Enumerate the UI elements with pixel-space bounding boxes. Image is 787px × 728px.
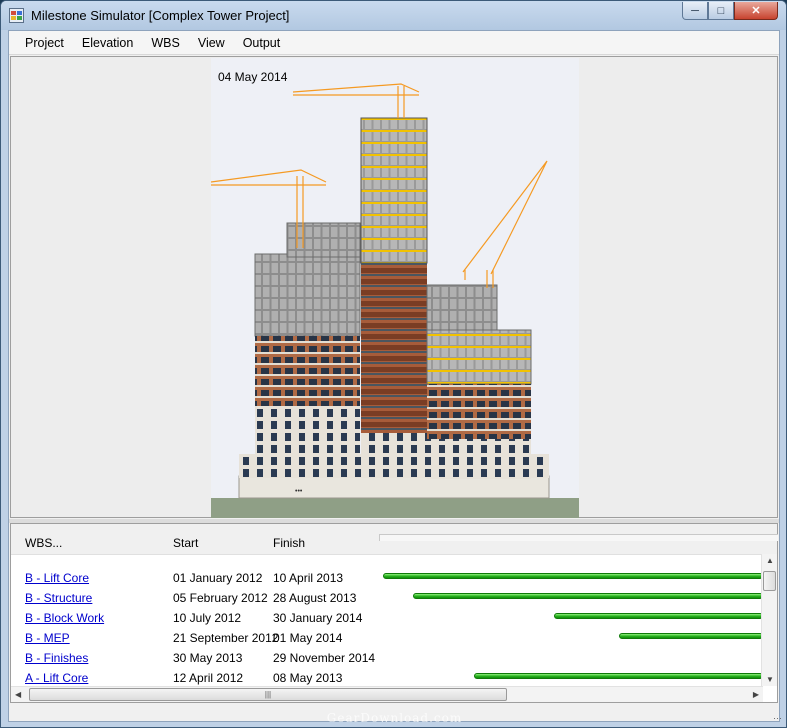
start-date: 05 February 2012 <box>173 591 268 605</box>
table-row[interactable]: B - MEP 21 September 2012 01 May 2014 <box>11 628 763 648</box>
horizontal-scroll-thumb[interactable]: ||| <box>29 688 507 701</box>
menu-bar: Project Elevation WBS View Output <box>9 31 779 55</box>
gantt-bar <box>618 633 763 639</box>
horizontal-scrollbar[interactable]: ◀ ||| ▶ <box>11 686 763 702</box>
wbs-link[interactable]: B - Finishes <box>25 651 88 665</box>
schedule-rows: B - Lift Core 01 January 2012 10 April 201… <box>11 554 763 686</box>
menu-view[interactable]: View <box>189 31 234 55</box>
table-row[interactable]: B - Block Work 10 July 2012 30 January 201… <box>11 608 763 628</box>
vertical-scroll-thumb[interactable] <box>763 571 776 591</box>
scroll-down-icon[interactable]: ▼ <box>766 675 774 684</box>
start-date: 30 May 2013 <box>173 651 243 665</box>
header-wbs[interactable]: WBS... <box>25 536 62 550</box>
finish-date: 10 April 2013 <box>273 571 344 585</box>
gantt-bar <box>413 593 763 599</box>
gantt-bar <box>474 673 763 679</box>
table-row[interactable]: A - Lift Core 12 April 2012 08 May 2013 <box>11 668 763 686</box>
start-date: 12 April 2012 <box>173 671 244 685</box>
table-row[interactable]: B - Lift Core 01 January 2012 10 April 201… <box>11 568 763 588</box>
minimize-icon: ─ <box>691 4 699 17</box>
start-date: 10 July 2012 <box>173 611 242 625</box>
start-date: 21 September 2012 <box>173 631 279 645</box>
watermark: GearDownload.com <box>326 711 463 725</box>
finish-date: 08 May 2013 <box>273 671 343 685</box>
scroll-right-icon[interactable]: ▶ <box>753 690 759 699</box>
wbs-schedule-grid: WBS... Start Finish B - Lift Core 01 Janu… <box>10 523 778 703</box>
scroll-left-icon[interactable]: ◀ <box>15 690 21 699</box>
title-bar[interactable]: Milestone Simulator [Complex Tower Proje… <box>1 1 786 30</box>
finish-date: 29 November 2014 <box>273 651 376 665</box>
close-button[interactable]: ✕ <box>734 2 778 20</box>
header-finish[interactable]: Finish <box>273 536 305 550</box>
scroll-up-icon[interactable]: ▲ <box>766 556 774 565</box>
table-row[interactable]: B - Finishes 30 May 2013 29 November 2014 <box>11 648 763 668</box>
minimize-button[interactable]: ─ <box>682 2 708 20</box>
building-scene: ••• 04 May 2014 <box>210 58 579 518</box>
wbs-link[interactable]: B - MEP <box>25 631 70 645</box>
svg-text:•••: ••• <box>295 488 303 495</box>
menu-wbs[interactable]: WBS <box>142 31 188 55</box>
header-start[interactable]: Start <box>173 536 198 550</box>
gantt-bar <box>383 573 763 579</box>
menu-elevation[interactable]: Elevation <box>73 31 142 55</box>
client-area: Project Elevation WBS View Output ••• 04… <box>8 30 780 722</box>
elevation-viewer[interactable]: ••• 04 May 2014 <box>10 56 778 518</box>
gantt-header <box>379 534 778 541</box>
menu-output[interactable]: Output <box>234 31 290 55</box>
finish-date: 28 August 2013 <box>273 591 357 605</box>
simulation-date-label: 04 May 2014 <box>218 70 288 84</box>
building-elevation-image: ••• <box>210 58 579 518</box>
wbs-link[interactable]: B - Block Work <box>25 611 104 625</box>
close-icon: ✕ <box>751 5 761 17</box>
resize-grip-icon[interactable]: ⋯ <box>773 713 782 724</box>
window-title: Milestone Simulator [Complex Tower Proje… <box>31 8 290 23</box>
table-row[interactable]: B - Structure 05 February 2012 28 August 2… <box>11 588 763 608</box>
maximize-button[interactable]: □ <box>708 2 734 20</box>
vertical-scrollbar[interactable]: ▲ ▼ <box>761 554 777 686</box>
app-window: Milestone Simulator [Complex Tower Proje… <box>0 0 787 728</box>
gantt-bar <box>554 613 763 619</box>
wbs-link[interactable]: A - Lift Core <box>25 671 88 685</box>
app-icon <box>9 8 24 23</box>
finish-date: 30 January 2014 <box>273 611 363 625</box>
start-date: 01 January 2012 <box>173 571 263 585</box>
maximize-icon: □ <box>717 4 725 17</box>
finish-date: 01 May 2014 <box>273 631 343 645</box>
grid-header: WBS... Start Finish <box>11 524 778 555</box>
menu-project[interactable]: Project <box>16 31 73 55</box>
window-controls: ─ □ ✕ <box>682 2 778 21</box>
wbs-link[interactable]: B - Lift Core <box>25 571 89 585</box>
wbs-link[interactable]: B - Structure <box>25 591 92 605</box>
